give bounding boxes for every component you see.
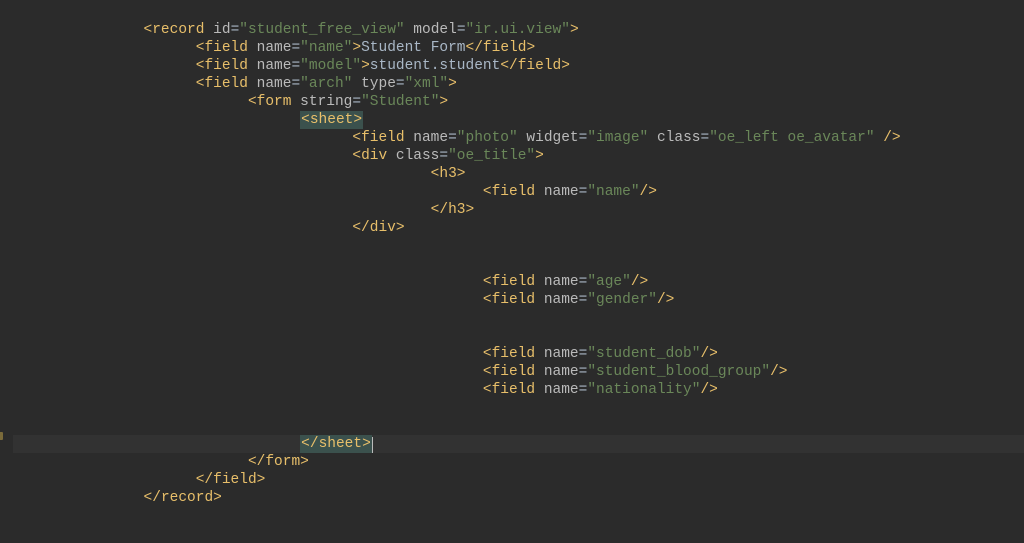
code-line[interactable]: </form> (13, 453, 1024, 471)
code-line[interactable]: </field> (13, 471, 1024, 489)
code-line[interactable]: <field name="model">student.student</fie… (13, 57, 1024, 75)
code-line[interactable]: <sheet> (13, 111, 1024, 129)
code-line[interactable]: <field name="nationality"/> (13, 381, 1024, 399)
code-line[interactable]: <field name="gender"/> (13, 291, 1024, 309)
code-line[interactable] (13, 399, 1024, 417)
gutter-mark (0, 432, 3, 440)
code-line[interactable] (13, 327, 1024, 345)
code-line[interactable]: <field name="age"/> (13, 273, 1024, 291)
code-line[interactable]: <h3> (13, 165, 1024, 183)
code-line[interactable]: <form string="Student"> (13, 93, 1024, 111)
code-line[interactable]: <field name="student_blood_group"/> (13, 363, 1024, 381)
code-line[interactable] (13, 309, 1024, 327)
code-line[interactable] (13, 237, 1024, 255)
code-line[interactable]: <field name="arch" type="xml"> (13, 75, 1024, 93)
code-line[interactable]: </h3> (13, 201, 1024, 219)
code-line[interactable]: <field name="student_dob"/> (13, 345, 1024, 363)
text-cursor (372, 437, 373, 453)
code-line[interactable]: <field name="photo" widget="image" class… (13, 129, 1024, 147)
code-line[interactable] (13, 507, 1024, 525)
code-line[interactable]: <field name="name">Student Form</field> (13, 39, 1024, 57)
code-line[interactable]: <div class="oe_title"> (13, 147, 1024, 165)
code-line[interactable]: </sheet> (13, 435, 1024, 453)
code-editor[interactable]: <record id="student_free_view" model="ir… (0, 0, 1024, 543)
code-line[interactable] (13, 525, 1024, 543)
code-line[interactable]: <field name="name"/> (13, 183, 1024, 201)
code-line[interactable] (13, 3, 1024, 21)
code-line[interactable] (13, 417, 1024, 435)
code-line[interactable]: <record id="student_free_view" model="ir… (13, 21, 1024, 39)
code-line[interactable]: </record> (13, 489, 1024, 507)
code-line[interactable]: </div> (13, 219, 1024, 237)
code-line[interactable] (13, 255, 1024, 273)
